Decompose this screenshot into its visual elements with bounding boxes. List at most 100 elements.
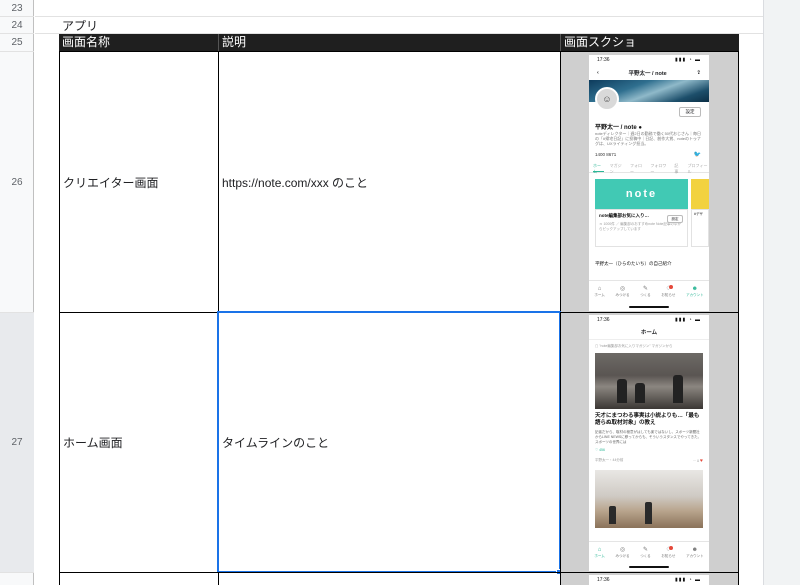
photo-figure [609,506,616,524]
tab-notifications: ♢ お知らせ [661,545,676,559]
profile-tab: 記事 [674,163,679,174]
tab-home: ⌂ ホーム [594,286,604,298]
bell-icon: ♢ [665,545,674,553]
profile-tab: ホーム [593,163,604,174]
profile-tab: プロフィール [687,163,708,174]
status-time: 17:36 [597,57,610,63]
cell-screenshot[interactable]: 17:36 ▮▮▮ ◔ ▬ ‹ 平野太一 / note ⇪ ☺ 設定 平野太一 … [560,51,739,313]
cell-screen-name[interactable]: ホーム画面 [59,312,219,573]
cell-screen-name[interactable] [59,572,219,585]
person-icon: ☻ [691,546,698,553]
status-icons: ▮▮▮ ◔ ▬ [674,577,701,583]
home-screen-image: 17:36 ▮▮▮ ◔ ▬ ホーム ▢ "note編集部お気に入りマガジン" マ… [589,315,709,571]
article-author: 平野太一・44分前 [595,458,624,462]
tab-label: お知らせ [661,292,676,297]
more-icon: ⋯ ⌸ [692,459,700,463]
tab-label: お知らせ [661,553,676,558]
home-indicator [629,566,669,568]
tab-label: アカウント [686,292,704,297]
status-time: 17:36 [597,317,610,323]
nav-title: 平野太一 / note [628,71,667,77]
header-screen-name[interactable]: 画面名称 [59,34,218,51]
twitter-icon: 🐦 [693,152,701,158]
magazine-source: ▢ "note編集部お気に入りマガジン" マガジンから [595,344,673,348]
bottom-tab-bar: ⌂ ホーム ◎ みつける ✎ つくる ♢ お知らせ ☻ アカウント [589,280,709,302]
tab-home: ⌂ ホーム [594,547,604,559]
photo-figure [635,383,645,403]
partial-screen-image: 17:36 ▮▮▮ ◔ ▬ [589,575,709,585]
row-number-27[interactable]: 27 [0,313,34,573]
row-number-25[interactable]: 25 [0,34,34,52]
back-icon: ‹ [597,70,599,76]
tab-label: みつける [615,553,630,558]
bottom-tab-bar: ⌂ ホーム ◎ みつける ✎ つくる ♢ お知らせ ☻ アカウント [589,541,709,563]
tab-account: ☻ アカウント [686,547,704,559]
header-description[interactable]: 説明 [218,34,560,51]
share-icon: ⇪ [696,70,701,76]
photo-figure [617,379,627,403]
profile-stats: 1400 8671 [595,152,617,157]
tab-label: つくる [640,553,651,558]
creator-screen-image: 17:36 ▮▮▮ ◔ ▬ ‹ 平野太一 / note ⇪ ☺ 設定 平野太一 … [589,55,709,311]
magazine-card-2: #デザ [691,209,709,247]
cell-description[interactable]: https://note.com/xxx のこと [218,51,561,313]
header-screenshot[interactable]: 画面スクショ [560,34,739,51]
pencil-icon: ✎ [642,285,648,292]
article-meta: 平野太一・44分前 ⋯ ⌸ ♥ [589,452,709,464]
intro-article-title: 平野太一（ひらのたいち）の自己紹介 [595,261,672,266]
status-icons: ▮▮▮ ◔ ▬ [674,317,701,323]
status-icons: ▮▮▮ ◔ ▬ [674,57,701,63]
nav-bar: ‹ 平野太一 / note ⇪ [589,66,709,80]
article-excerpt: 記者だから、取材の極意がはしても楽ではないし、スポーツ新聞社からLINE NEW… [595,430,702,444]
tab-account: ☻ アカウント [686,286,704,298]
home-indicator [629,306,669,308]
photo-figure [645,502,652,524]
article-photo-2 [595,470,703,528]
cell-description[interactable] [218,572,561,585]
article-headline: 天才にまつわる事実は小説よりも…「最も語らぬ取材対象」の教え [595,413,700,426]
tab-create: ✎ つくる [640,286,650,298]
tab-notifications: ♢ お知らせ [661,284,676,298]
status-time: 17:36 [597,577,610,583]
tab-label: みつける [615,292,630,297]
pencil-icon: ✎ [642,546,648,553]
cell-description-selected[interactable]: タイムラインのこと [217,311,561,573]
tab-discover: ◎ みつける [616,547,630,559]
tab-label: アカウント [686,553,704,558]
article-photo [595,353,703,409]
cell-screen-name[interactable]: クリエイター画面 [59,51,219,313]
row-number-26[interactable]: 26 [0,52,34,313]
status-bar: 17:36 ▮▮▮ ◔ ▬ [589,575,709,585]
profile-tab: マガジン [609,163,622,174]
compass-icon: ◎ [619,546,626,553]
row-header-column: 23 24 25 26 27 [0,0,34,585]
home-icon: ⌂ [597,546,602,553]
status-bar: 17:36 ▮▮▮ ◔ ▬ [589,315,709,326]
person-icon: ☻ [691,285,698,292]
home-title: ホーム [589,326,709,340]
cell-screenshot[interactable]: 17:36 ▮▮▮ ◔ ▬ [560,572,739,585]
photo-figure [673,375,683,403]
cell-screenshot[interactable]: 17:36 ▮▮▮ ◔ ▬ ホーム ▢ "note編集部お気に入りマガジン" マ… [560,312,739,573]
row-number-24[interactable]: 24 [0,17,34,34]
gridline [35,16,763,17]
compass-icon: ◎ [619,285,626,292]
bell-icon: ♢ [665,284,674,292]
tab-create: ✎ つくる [640,547,650,559]
profile-name: 平野太一 / note ● [595,125,642,131]
tab-label: ホーム [594,292,605,297]
section-label[interactable]: アプリ [62,17,98,34]
tab-label: ホーム [594,553,605,558]
magazine-card: note編集部お気に入り… ｎ 1000件 ／ 編集部のおすすめnote Not… [595,209,688,247]
magazine-banner: note [595,179,688,209]
magazine-card-sub: ｎ 1000件 ／ 編集部のおすすめnote Note記事の中からピックアップし… [599,222,681,231]
heart-icon: ♥ [700,458,703,464]
row-number-23[interactable]: 23 [0,0,34,17]
magazine-card-button: 設定 [667,215,683,223]
profile-tab: フォロワー [650,163,667,174]
settings-button: 設定 [679,107,701,117]
home-icon: ⌂ [597,285,602,292]
avatar: ☺ [595,87,619,111]
tab-discover: ◎ みつける [616,286,630,298]
status-bar: 17:36 ▮▮▮ ◔ ▬ [589,55,709,66]
